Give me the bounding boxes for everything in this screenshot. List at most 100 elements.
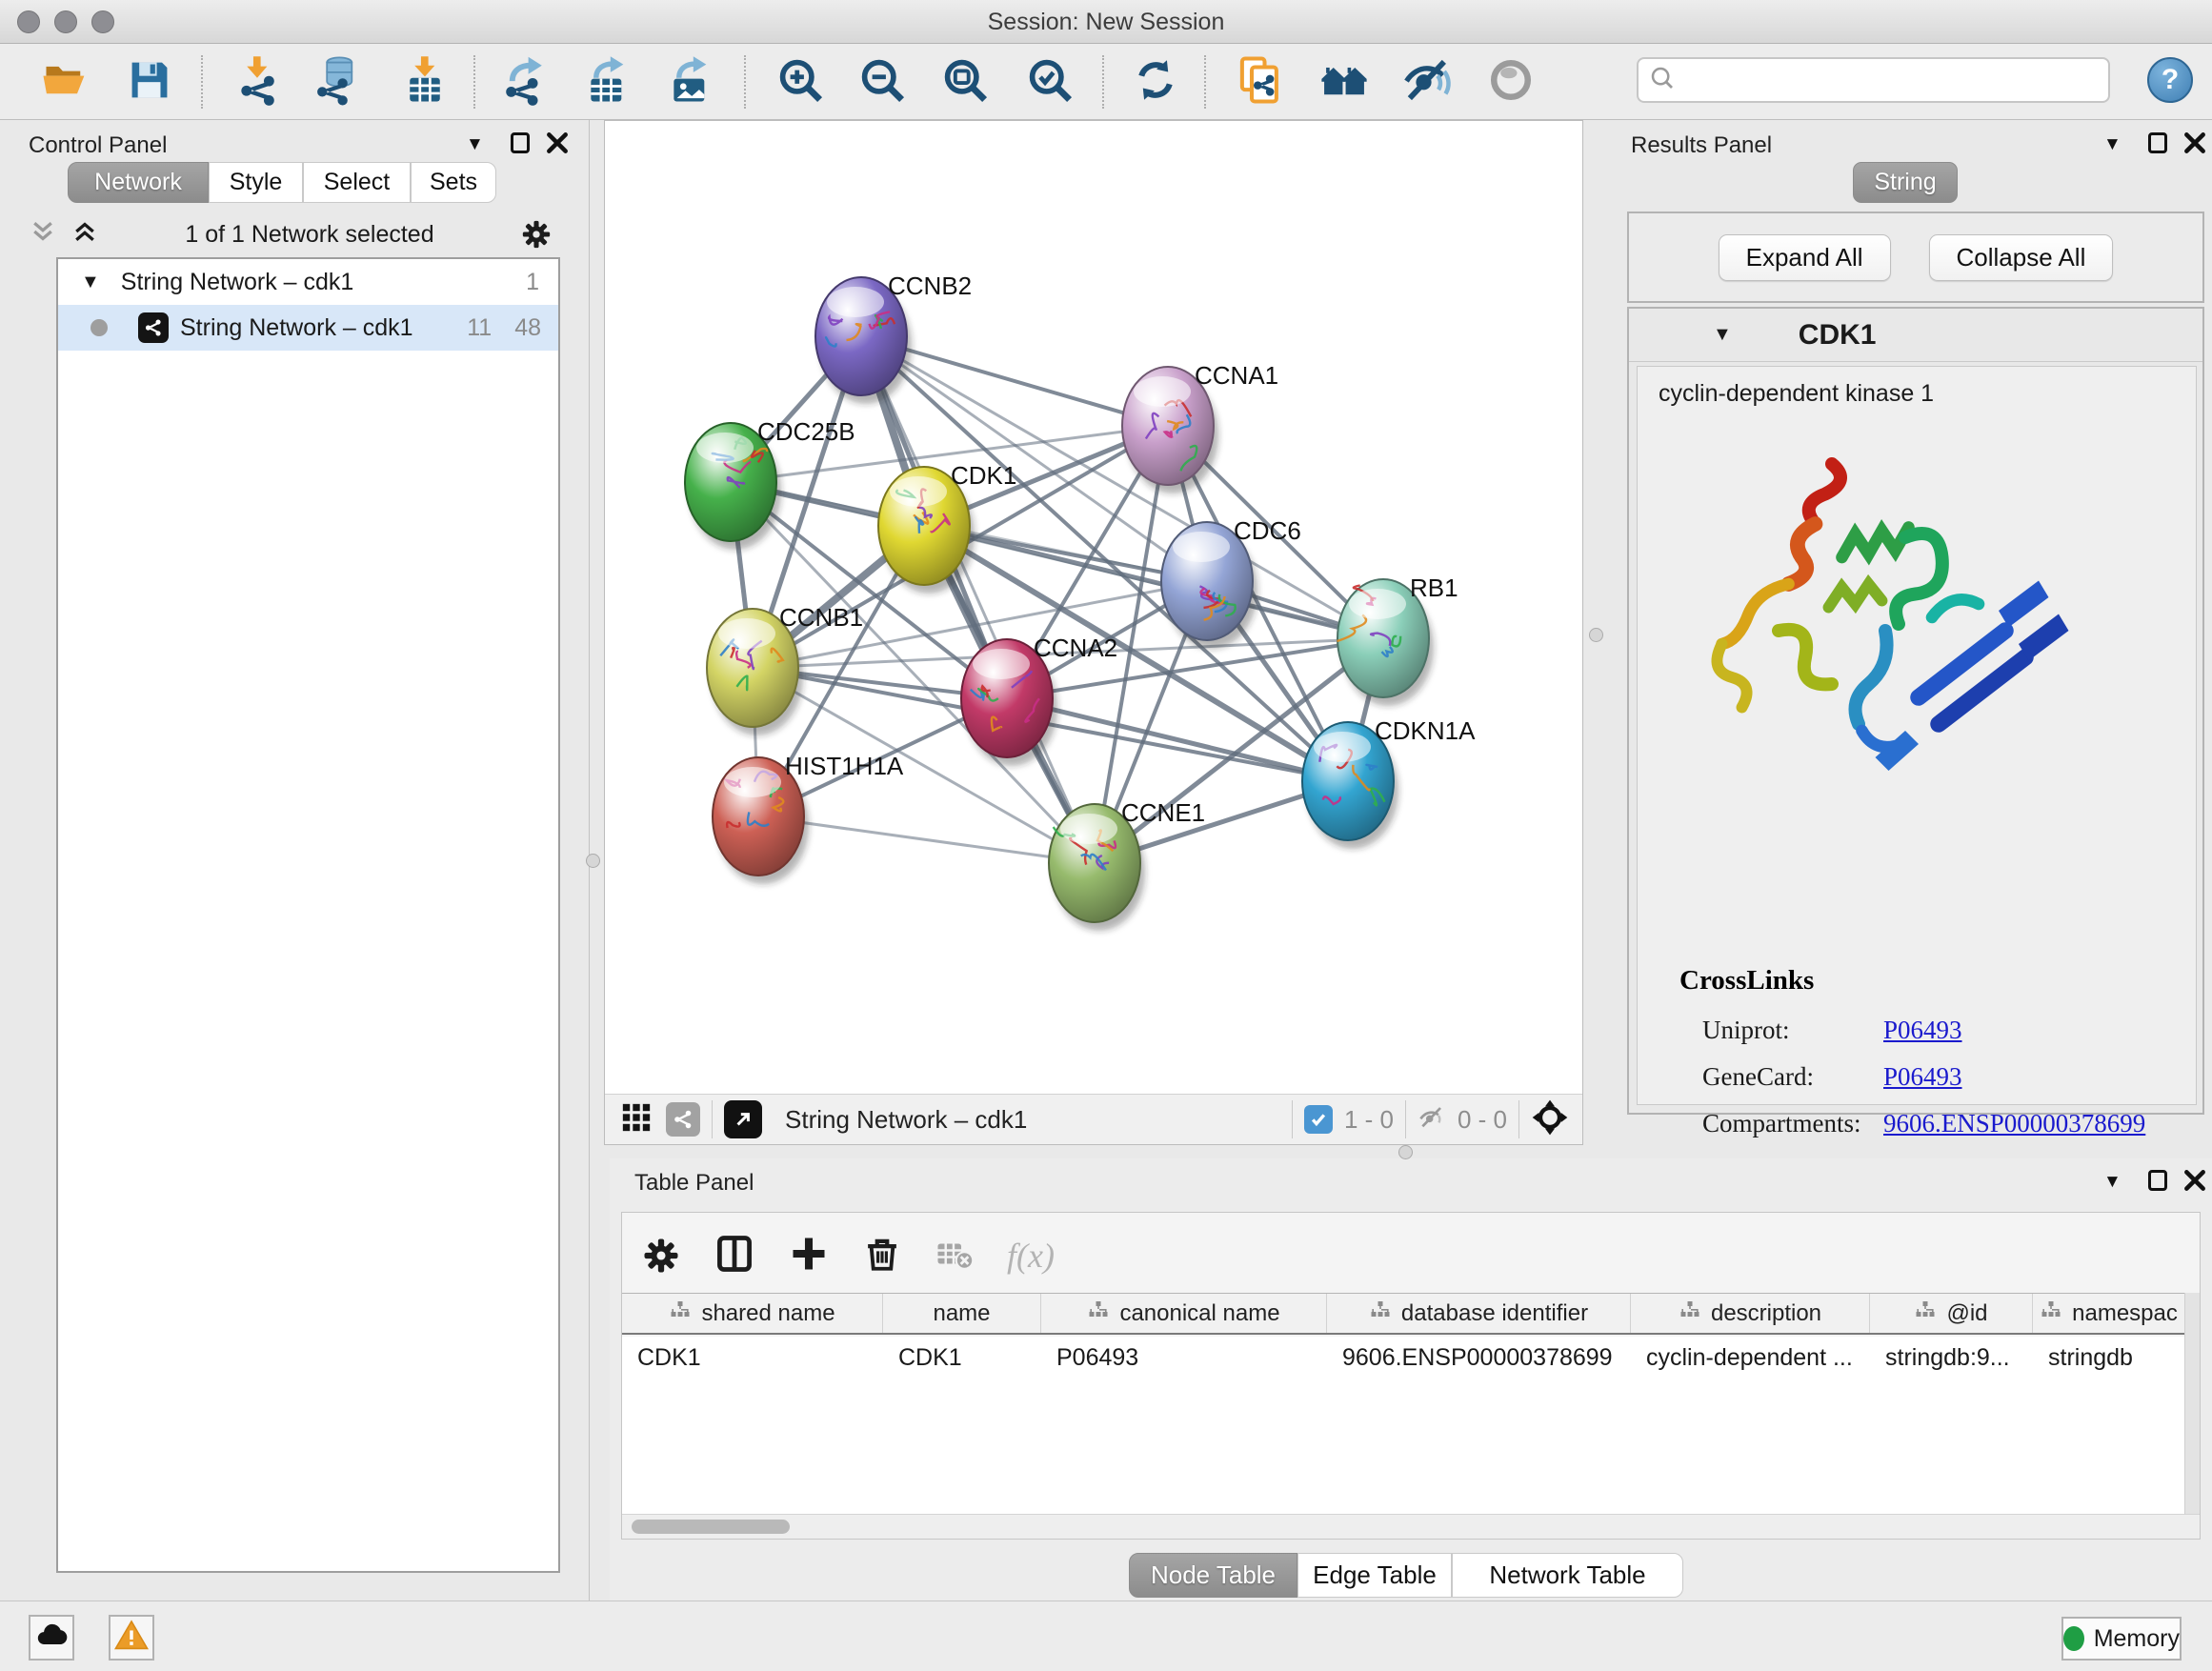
delete-table-icon[interactable]: [935, 1234, 975, 1278]
network-row-label: String Network – cdk1: [180, 314, 413, 342]
splitter-handle[interactable]: [1589, 628, 1603, 642]
show-eye-button[interactable]: [1482, 53, 1539, 111]
column-header[interactable]: shared name: [622, 1294, 883, 1333]
hidden-eye-icon[interactable]: [1418, 1102, 1448, 1137]
open-session-button[interactable]: [36, 53, 93, 111]
warning-button[interactable]: [109, 1615, 154, 1661]
control-panel-close-icon[interactable]: [545, 131, 570, 160]
table-settings-gear-icon[interactable]: [641, 1236, 681, 1276]
refresh-button[interactable]: [1127, 53, 1184, 111]
memory-button[interactable]: Memory: [2061, 1617, 2182, 1661]
import-network-database-button[interactable]: [309, 53, 366, 111]
table-panel-menu-icon[interactable]: ▼: [2103, 1172, 2122, 1193]
search-input[interactable]: [1677, 67, 2086, 93]
tab-string[interactable]: String: [1853, 162, 1958, 203]
table-panel-float-icon[interactable]: [2148, 1170, 2167, 1191]
entry-header[interactable]: ▼ CDK1: [1629, 309, 2202, 362]
splitter-handle[interactable]: [1398, 1145, 1413, 1159]
show-columns-icon[interactable]: [714, 1233, 755, 1279]
results-panel-float-icon[interactable]: [2148, 132, 2167, 153]
hide-glasses-button[interactable]: [1399, 53, 1457, 111]
control-panel-float-icon[interactable]: [511, 132, 530, 153]
open-external-icon[interactable]: [724, 1100, 762, 1138]
column-header[interactable]: @id: [1870, 1294, 2033, 1333]
entry-description: cyclin-dependent kinase 1: [1638, 367, 2196, 408]
table-panel-close-icon[interactable]: [2182, 1168, 2207, 1198]
import-network-file-button[interactable]: [229, 53, 286, 111]
network-view-title: String Network – cdk1: [785, 1105, 1027, 1135]
tab-sets[interactable]: Sets: [411, 162, 496, 203]
network-node[interactable]: CCNB1: [707, 603, 863, 735]
tab-node-table[interactable]: Node Table: [1129, 1553, 1297, 1598]
share-view-icon[interactable]: [666, 1102, 700, 1137]
zoom-in-button[interactable]: [772, 53, 829, 111]
table-horizontal-scrollbar[interactable]: [622, 1514, 2200, 1539]
zoom-fit-button[interactable]: [936, 53, 994, 111]
results-entry-panel: ▼ CDK1 cyclin-dependent kinase 1: [1627, 307, 2204, 1115]
collapse-all-networks-icon[interactable]: [29, 217, 57, 252]
network-node[interactable]: RB1: [1337, 574, 1458, 706]
zoom-out-button[interactable]: [854, 53, 911, 111]
export-table-icon: [581, 54, 633, 111]
tab-edge-table[interactable]: Edge Table: [1297, 1553, 1452, 1598]
network-node[interactable]: HIST1H1A: [713, 752, 904, 884]
table-vertical-scrollbar[interactable]: [2184, 1293, 2200, 1514]
column-header[interactable]: database identifier: [1327, 1294, 1631, 1333]
splitter-handle[interactable]: [586, 854, 600, 868]
zoom-selected-button[interactable]: [1021, 53, 1078, 111]
export-network-button[interactable]: [494, 53, 552, 111]
network-options-gear-icon[interactable]: [520, 218, 553, 251]
move-crosshair-icon[interactable]: [1531, 1098, 1569, 1141]
entry-expander-icon[interactable]: ▼: [1713, 324, 1732, 346]
control-panel-menu-icon[interactable]: ▼: [466, 134, 484, 155]
search-box[interactable]: [1637, 57, 2110, 103]
network-canvas[interactable]: CCNB2CCNA1CDC25BCDK1CDC6RB1CCNB1CCNA2CDK…: [604, 120, 1583, 1145]
cloud-button[interactable]: [29, 1615, 74, 1661]
function-builder-icon[interactable]: f(x): [1007, 1236, 1055, 1276]
tab-network-table[interactable]: Network Table: [1452, 1553, 1683, 1598]
results-panel-menu-icon[interactable]: ▼: [2103, 134, 2122, 155]
network-edge[interactable]: [861, 336, 1095, 863]
clone-network-button[interactable]: [1232, 53, 1289, 111]
tab-network[interactable]: Network: [68, 162, 209, 203]
network-node[interactable]: CCNA2: [961, 634, 1117, 766]
add-column-icon[interactable]: [788, 1233, 830, 1279]
results-panel-close-icon[interactable]: [2182, 131, 2207, 160]
network-collection-row[interactable]: ▼ String Network – cdk1 1: [58, 259, 558, 305]
crosslink-value-link[interactable]: P06493: [1883, 1016, 1962, 1045]
scrollbar-thumb[interactable]: [632, 1520, 790, 1534]
crosslink-value-link[interactable]: P06493: [1883, 1062, 1962, 1092]
crosslink-value-link[interactable]: 9606.ENSP00000378699: [1883, 1109, 2145, 1138]
import-table-button[interactable]: [396, 53, 453, 111]
save-session-button[interactable]: [121, 53, 178, 111]
network-row[interactable]: String Network – cdk1 11 48: [58, 305, 558, 351]
network-node[interactable]: CCNB2: [815, 272, 972, 404]
table-row[interactable]: CDK1 CDK1 P06493 9606.ENSP00000378699 cy…: [622, 1337, 2184, 1379]
network-graph[interactable]: CCNB2CCNA1CDC25BCDK1CDC6RB1CCNB1CCNA2CDK…: [605, 121, 1582, 1094]
expand-all-button[interactable]: Expand All: [1719, 234, 1891, 281]
export-image-button[interactable]: [661, 53, 718, 111]
column-header[interactable]: name: [883, 1294, 1041, 1333]
tab-select[interactable]: Select: [303, 162, 411, 203]
network-node[interactable]: CCNA1: [1122, 361, 1278, 493]
column-header[interactable]: namespac: [2033, 1294, 2184, 1333]
column-header[interactable]: description: [1631, 1294, 1870, 1333]
hierarchy-icon: [1914, 1299, 1937, 1328]
birdseye-grid-icon[interactable]: [620, 1101, 653, 1138]
network-node[interactable]: CCNE1: [1049, 798, 1205, 931]
delete-column-trash-icon[interactable]: [862, 1234, 902, 1278]
tab-style[interactable]: Style: [209, 162, 303, 203]
help-button[interactable]: ?: [2147, 57, 2193, 103]
network-node[interactable]: CDC6: [1161, 516, 1301, 649]
main-toolbar: ?: [0, 44, 2212, 120]
column-header[interactable]: canonical name: [1041, 1294, 1327, 1333]
network-node[interactable]: CDKN1A: [1302, 716, 1476, 849]
expand-all-networks-icon[interactable]: [70, 217, 99, 252]
export-network-icon: [497, 54, 549, 111]
selected-checkbox-icon[interactable]: [1304, 1105, 1333, 1134]
string-home-button[interactable]: [1316, 53, 1373, 111]
network-node[interactable]: CDC25B: [685, 417, 855, 550]
tree-expander-icon[interactable]: ▼: [81, 272, 100, 293]
collapse-all-button[interactable]: Collapse All: [1929, 234, 2114, 281]
export-table-button[interactable]: [578, 53, 635, 111]
